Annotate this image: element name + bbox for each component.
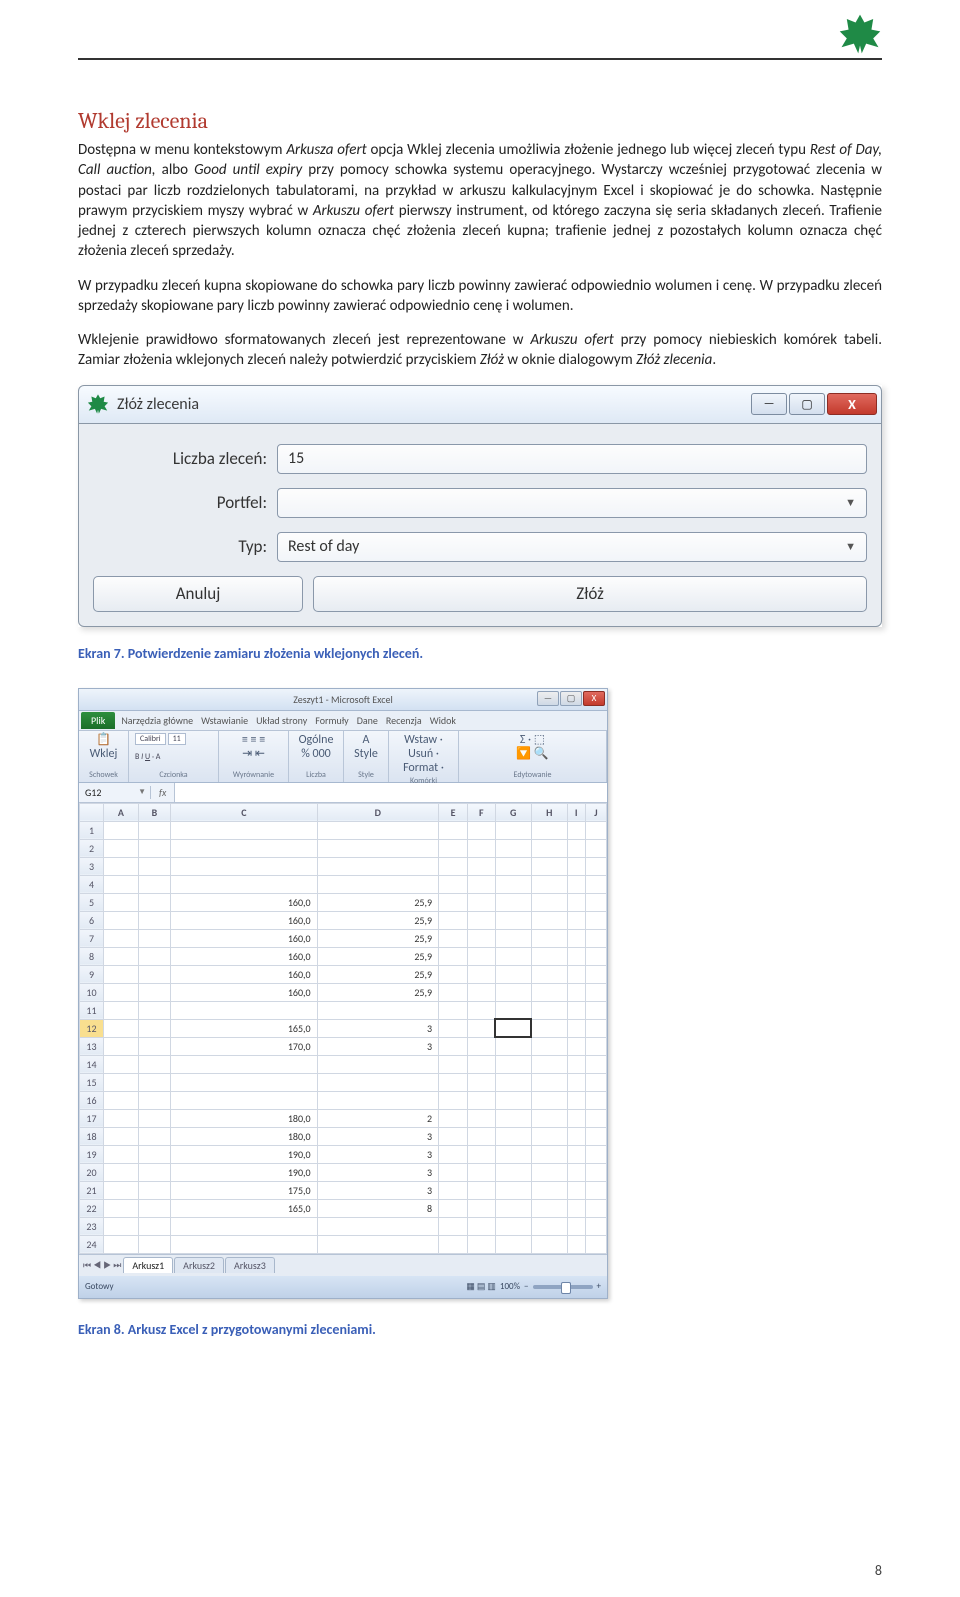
- count-label: Liczba zleceń:: [93, 448, 277, 469]
- typ-select[interactable]: Rest of day ▼: [277, 532, 867, 562]
- maximize-button[interactable]: ▢: [789, 393, 825, 415]
- file-tab[interactable]: Plik: [81, 712, 115, 729]
- close-button[interactable]: X: [583, 691, 605, 706]
- view-icons[interactable]: ▦ ▤ ▥: [466, 1281, 496, 1292]
- paragraph: Wklejenie prawidłowo sformatowanych zlec…: [78, 330, 882, 371]
- minimize-button[interactable]: —: [537, 691, 559, 706]
- status-text: Gotowy: [85, 1281, 114, 1292]
- chevron-down-icon: ▼: [845, 496, 856, 509]
- close-button[interactable]: X: [827, 393, 877, 415]
- ribbon-tab[interactable]: Formuły: [315, 714, 348, 727]
- fx-label: fx: [151, 786, 174, 799]
- section-heading: Wklej zlecenia: [78, 108, 882, 134]
- sheet-tab[interactable]: Arkusz1: [123, 1257, 173, 1273]
- excel-window: Zeszyt1 - Microsoft Excel — ▢ X Plik Nar…: [78, 688, 608, 1299]
- header-rule: [78, 58, 882, 60]
- name-box[interactable]: G12▼: [79, 786, 151, 799]
- sheet-tab[interactable]: Arkusz3: [225, 1257, 275, 1273]
- formula-bar[interactable]: [174, 783, 607, 802]
- typ-label: Typ:: [93, 536, 277, 557]
- maximize-button[interactable]: ▢: [560, 691, 582, 706]
- paste-icon[interactable]: 📋Wklej: [85, 733, 122, 762]
- ribbon-tab[interactable]: Wstawianie: [201, 714, 248, 727]
- figure-caption: Ekran 7. Potwierdzenie zamiaru złożenia …: [78, 645, 882, 662]
- minimize-button[interactable]: —: [751, 393, 787, 415]
- leaf-logo-icon: [838, 12, 882, 61]
- sheet-nav-icon[interactable]: ⏮ ◀ ▶ ⏭: [83, 1260, 121, 1271]
- spreadsheet-grid[interactable]: ABCDEFGHIJ12345160,025,96160,025,97160,0…: [79, 803, 607, 1254]
- ribbon-tab[interactable]: Dane: [357, 714, 378, 727]
- ribbon-tab[interactable]: Widok: [430, 714, 456, 727]
- paragraph: Dostępna w menu kontekstowym Arkusza ofe…: [78, 140, 882, 262]
- ribbon-tab[interactable]: Narzędzia główne: [121, 714, 193, 727]
- excel-titlebar[interactable]: Zeszyt1 - Microsoft Excel — ▢ X: [79, 689, 607, 711]
- dialog-title: Złóż zlecenia: [117, 395, 749, 414]
- chevron-down-icon: ▼: [845, 540, 856, 553]
- portfel-label: Portfel:: [93, 492, 277, 513]
- ribbon-tab[interactable]: Recenzja: [386, 714, 422, 727]
- leaf-icon: [87, 393, 109, 415]
- dialog-titlebar[interactable]: Złóż zlecenia — ▢ X: [78, 385, 882, 423]
- ribbon-tab[interactable]: Układ strony: [256, 714, 307, 727]
- sheet-tab[interactable]: Arkusz2: [174, 1257, 224, 1273]
- ribbon-tabs: Plik Narzędzia główne Wstawianie Układ s…: [79, 711, 607, 731]
- submit-button[interactable]: Złóż: [313, 576, 867, 612]
- cancel-button[interactable]: Anuluj: [93, 576, 303, 612]
- dialog-body: Liczba zleceń: 15 Portfel: ▼ Typ: Rest o…: [78, 423, 882, 627]
- portfel-select[interactable]: ▼: [277, 488, 867, 518]
- zoom-slider[interactable]: [533, 1285, 593, 1289]
- styles-icon[interactable]: AStyle: [350, 733, 382, 762]
- paragraph: W przypadku zleceń kupna skopiowane do s…: [78, 276, 882, 317]
- page-number: 8: [875, 1562, 882, 1579]
- figure-caption: Ekran 8. Arkusz Excel z przygotowanymi z…: [78, 1321, 882, 1338]
- dialog-window: Złóż zlecenia — ▢ X Liczba zleceń: 15 Po…: [78, 385, 882, 627]
- count-input[interactable]: 15: [277, 444, 867, 474]
- ribbon: 📋WklejSchowek Calibri 11 B I U · A Czcio…: [79, 731, 607, 783]
- status-bar: Gotowy ▦ ▤ ▥ 100% − +: [79, 1276, 607, 1298]
- zoom-level: 100%: [500, 1281, 520, 1292]
- name-box-row: G12▼ fx: [79, 783, 607, 803]
- sheet-tabs: ⏮ ◀ ▶ ⏭ Arkusz1 Arkusz2 Arkusz3: [79, 1254, 607, 1276]
